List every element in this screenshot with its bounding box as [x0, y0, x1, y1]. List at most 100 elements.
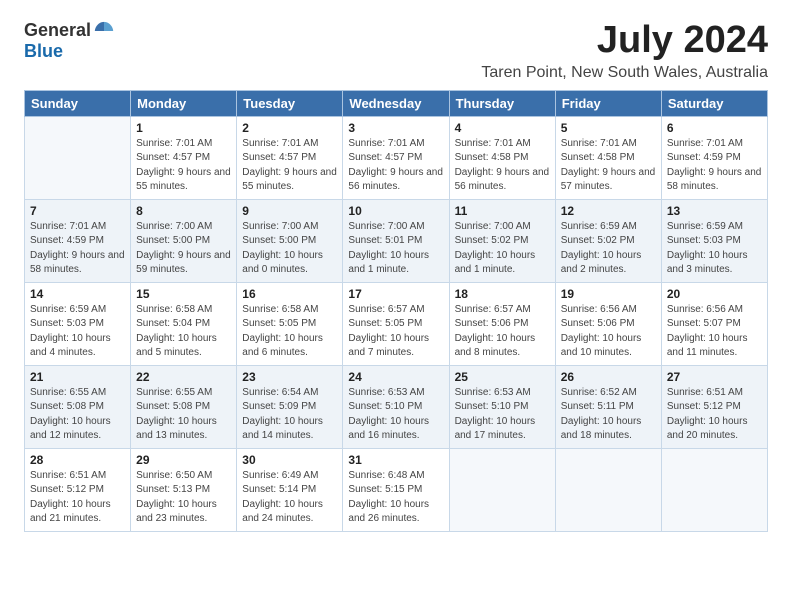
table-row: 26 Sunrise: 6:52 AMSunset: 5:11 PMDayligh… — [555, 365, 661, 448]
table-row: 20 Sunrise: 6:56 AMSunset: 5:07 PMDayligh… — [661, 282, 767, 365]
day-info: Sunrise: 6:58 AMSunset: 5:05 PMDaylight:… — [242, 303, 337, 361]
day-number: 11 — [455, 204, 550, 218]
table-row: 11Sunrise: 7:00 AMSunset: 5:02 PMDayligh… — [449, 199, 555, 282]
table-row: 12 Sunrise: 6:59 AMSunset: 5:02 PMDayligh… — [555, 199, 661, 282]
day-number: 30 — [242, 453, 337, 467]
header-sunday: Sunday — [25, 90, 131, 116]
day-number: 16 — [242, 287, 337, 301]
table-row: 29 Sunrise: 6:50 AMSunset: 5:13 PMDayligh… — [131, 448, 237, 531]
day-number: 31 — [348, 453, 443, 467]
day-info: Sunrise: 6:53 AMSunset: 5:10 PMDaylight:… — [348, 386, 443, 444]
location-title: Taren Point, New South Wales, Australia — [481, 64, 768, 82]
day-info: Sunrise: 6:50 AMSunset: 5:13 PMDaylight:… — [136, 469, 231, 527]
table-row: 2 Sunrise: 7:01 AMSunset: 4:57 PMDaylight… — [237, 116, 343, 199]
table-row — [555, 448, 661, 531]
day-info: Sunrise: 6:51 AMSunset: 5:12 PMDaylight:… — [667, 386, 762, 444]
day-info: Sunrise: 7:00 AMSunset: 5:00 PMDaylight:… — [136, 220, 231, 278]
table-row: 30 Sunrise: 6:49 AMSunset: 5:14 PMDayligh… — [237, 448, 343, 531]
logo-blue: Blue — [24, 42, 115, 62]
table-row — [25, 116, 131, 199]
header-thursday: Thursday — [449, 90, 555, 116]
day-number: 9 — [242, 204, 337, 218]
table-row: 9 Sunrise: 7:00 AMSunset: 5:00 PMDaylight… — [237, 199, 343, 282]
table-row: 13Sunrise: 6:59 AMSunset: 5:03 PMDayligh… — [661, 199, 767, 282]
table-row — [449, 448, 555, 531]
day-info: Sunrise: 6:59 AMSunset: 5:02 PMDaylight:… — [561, 220, 656, 278]
logo-icon — [93, 20, 115, 42]
title-block: July 2024 Taren Point, New South Wales, … — [481, 20, 768, 82]
day-number: 22 — [136, 370, 231, 384]
day-number: 27 — [667, 370, 762, 384]
day-number: 7 — [30, 204, 125, 218]
day-number: 10 — [348, 204, 443, 218]
day-info: Sunrise: 7:01 AMSunset: 4:57 PMDaylight:… — [348, 137, 443, 195]
table-row: 14Sunrise: 6:59 AMSunset: 5:03 PMDayligh… — [25, 282, 131, 365]
calendar-week-row: 1 Sunrise: 7:01 AMSunset: 4:57 PMDaylight… — [25, 116, 768, 199]
calendar-week-row: 21 Sunrise: 6:55 AMSunset: 5:08 PMDayligh… — [25, 365, 768, 448]
table-row: 22Sunrise: 6:55 AMSunset: 5:08 PMDayligh… — [131, 365, 237, 448]
day-number: 6 — [667, 121, 762, 135]
table-row: 17 Sunrise: 6:57 AMSunset: 5:05 PMDayligh… — [343, 282, 449, 365]
day-number: 8 — [136, 204, 231, 218]
day-info: Sunrise: 7:01 AMSunset: 4:57 PMDaylight:… — [136, 137, 231, 195]
day-number: 1 — [136, 121, 231, 135]
day-number: 25 — [455, 370, 550, 384]
day-number: 2 — [242, 121, 337, 135]
table-row: 21 Sunrise: 6:55 AMSunset: 5:08 PMDayligh… — [25, 365, 131, 448]
day-info: Sunrise: 6:51 AMSunset: 5:12 PMDaylight:… — [30, 469, 125, 527]
day-info: Sunrise: 6:59 AMSunset: 5:03 PMDaylight:… — [30, 303, 125, 361]
day-info: Sunrise: 6:55 AMSunset: 5:08 PMDaylight:… — [30, 386, 125, 444]
page-header: General Blue July 2024 Taren Point, New … — [24, 20, 768, 82]
table-row: 10 Sunrise: 7:00 AMSunset: 5:01 PMDayligh… — [343, 199, 449, 282]
logo: General Blue — [24, 20, 115, 62]
day-number: 29 — [136, 453, 231, 467]
day-number: 12 — [561, 204, 656, 218]
calendar-week-row: 14Sunrise: 6:59 AMSunset: 5:03 PMDayligh… — [25, 282, 768, 365]
day-info: Sunrise: 7:01 AMSunset: 4:57 PMDaylight:… — [242, 137, 337, 195]
day-info: Sunrise: 6:48 AMSunset: 5:15 PMDaylight:… — [348, 469, 443, 527]
day-info: Sunrise: 6:52 AMSunset: 5:11 PMDaylight:… — [561, 386, 656, 444]
day-number: 28 — [30, 453, 125, 467]
table-row — [661, 448, 767, 531]
day-info: Sunrise: 6:57 AMSunset: 5:05 PMDaylight:… — [348, 303, 443, 361]
day-info: Sunrise: 7:00 AMSunset: 5:01 PMDaylight:… — [348, 220, 443, 278]
day-number: 18 — [455, 287, 550, 301]
day-info: Sunrise: 6:54 AMSunset: 5:09 PMDaylight:… — [242, 386, 337, 444]
day-number: 26 — [561, 370, 656, 384]
day-info: Sunrise: 6:56 AMSunset: 5:07 PMDaylight:… — [667, 303, 762, 361]
day-info: Sunrise: 7:01 AMSunset: 4:58 PMDaylight:… — [455, 137, 550, 195]
day-info: Sunrise: 7:01 AMSunset: 4:58 PMDaylight:… — [561, 137, 656, 195]
table-row: 25 Sunrise: 6:53 AMSunset: 5:10 PMDayligh… — [449, 365, 555, 448]
day-number: 21 — [30, 370, 125, 384]
month-title: July 2024 — [481, 20, 768, 62]
day-number: 5 — [561, 121, 656, 135]
table-row: 6Sunrise: 7:01 AMSunset: 4:59 PMDaylight… — [661, 116, 767, 199]
table-row: 19Sunrise: 6:56 AMSunset: 5:06 PMDayligh… — [555, 282, 661, 365]
table-row: 27 Sunrise: 6:51 AMSunset: 5:12 PMDayligh… — [661, 365, 767, 448]
day-info: Sunrise: 7:00 AMSunset: 5:00 PMDaylight:… — [242, 220, 337, 278]
table-row: 16 Sunrise: 6:58 AMSunset: 5:05 PMDayligh… — [237, 282, 343, 365]
day-number: 17 — [348, 287, 443, 301]
table-row: 31 Sunrise: 6:48 AMSunset: 5:15 PMDayligh… — [343, 448, 449, 531]
table-row: 7 Sunrise: 7:01 AMSunset: 4:59 PMDaylight… — [25, 199, 131, 282]
day-number: 20 — [667, 287, 762, 301]
calendar-week-row: 7 Sunrise: 7:01 AMSunset: 4:59 PMDaylight… — [25, 199, 768, 282]
day-number: 15 — [136, 287, 231, 301]
header-friday: Friday — [555, 90, 661, 116]
day-number: 4 — [455, 121, 550, 135]
table-row: 1 Sunrise: 7:01 AMSunset: 4:57 PMDaylight… — [131, 116, 237, 199]
table-row: 15 Sunrise: 6:58 AMSunset: 5:04 PMDayligh… — [131, 282, 237, 365]
day-info: Sunrise: 7:01 AMSunset: 4:59 PMDaylight:… — [30, 220, 125, 278]
day-number: 3 — [348, 121, 443, 135]
header-saturday: Saturday — [661, 90, 767, 116]
table-row: 28 Sunrise: 6:51 AMSunset: 5:12 PMDayligh… — [25, 448, 131, 531]
day-info: Sunrise: 6:49 AMSunset: 5:14 PMDaylight:… — [242, 469, 337, 527]
header-wednesday: Wednesday — [343, 90, 449, 116]
table-row: 24Sunrise: 6:53 AMSunset: 5:10 PMDayligh… — [343, 365, 449, 448]
table-row: 4 Sunrise: 7:01 AMSunset: 4:58 PMDaylight… — [449, 116, 555, 199]
calendar-table: Sunday Monday Tuesday Wednesday Thursday… — [24, 90, 768, 532]
day-info: Sunrise: 6:58 AMSunset: 5:04 PMDaylight:… — [136, 303, 231, 361]
day-info: Sunrise: 6:53 AMSunset: 5:10 PMDaylight:… — [455, 386, 550, 444]
day-number: 13 — [667, 204, 762, 218]
logo-general: General — [24, 21, 91, 41]
